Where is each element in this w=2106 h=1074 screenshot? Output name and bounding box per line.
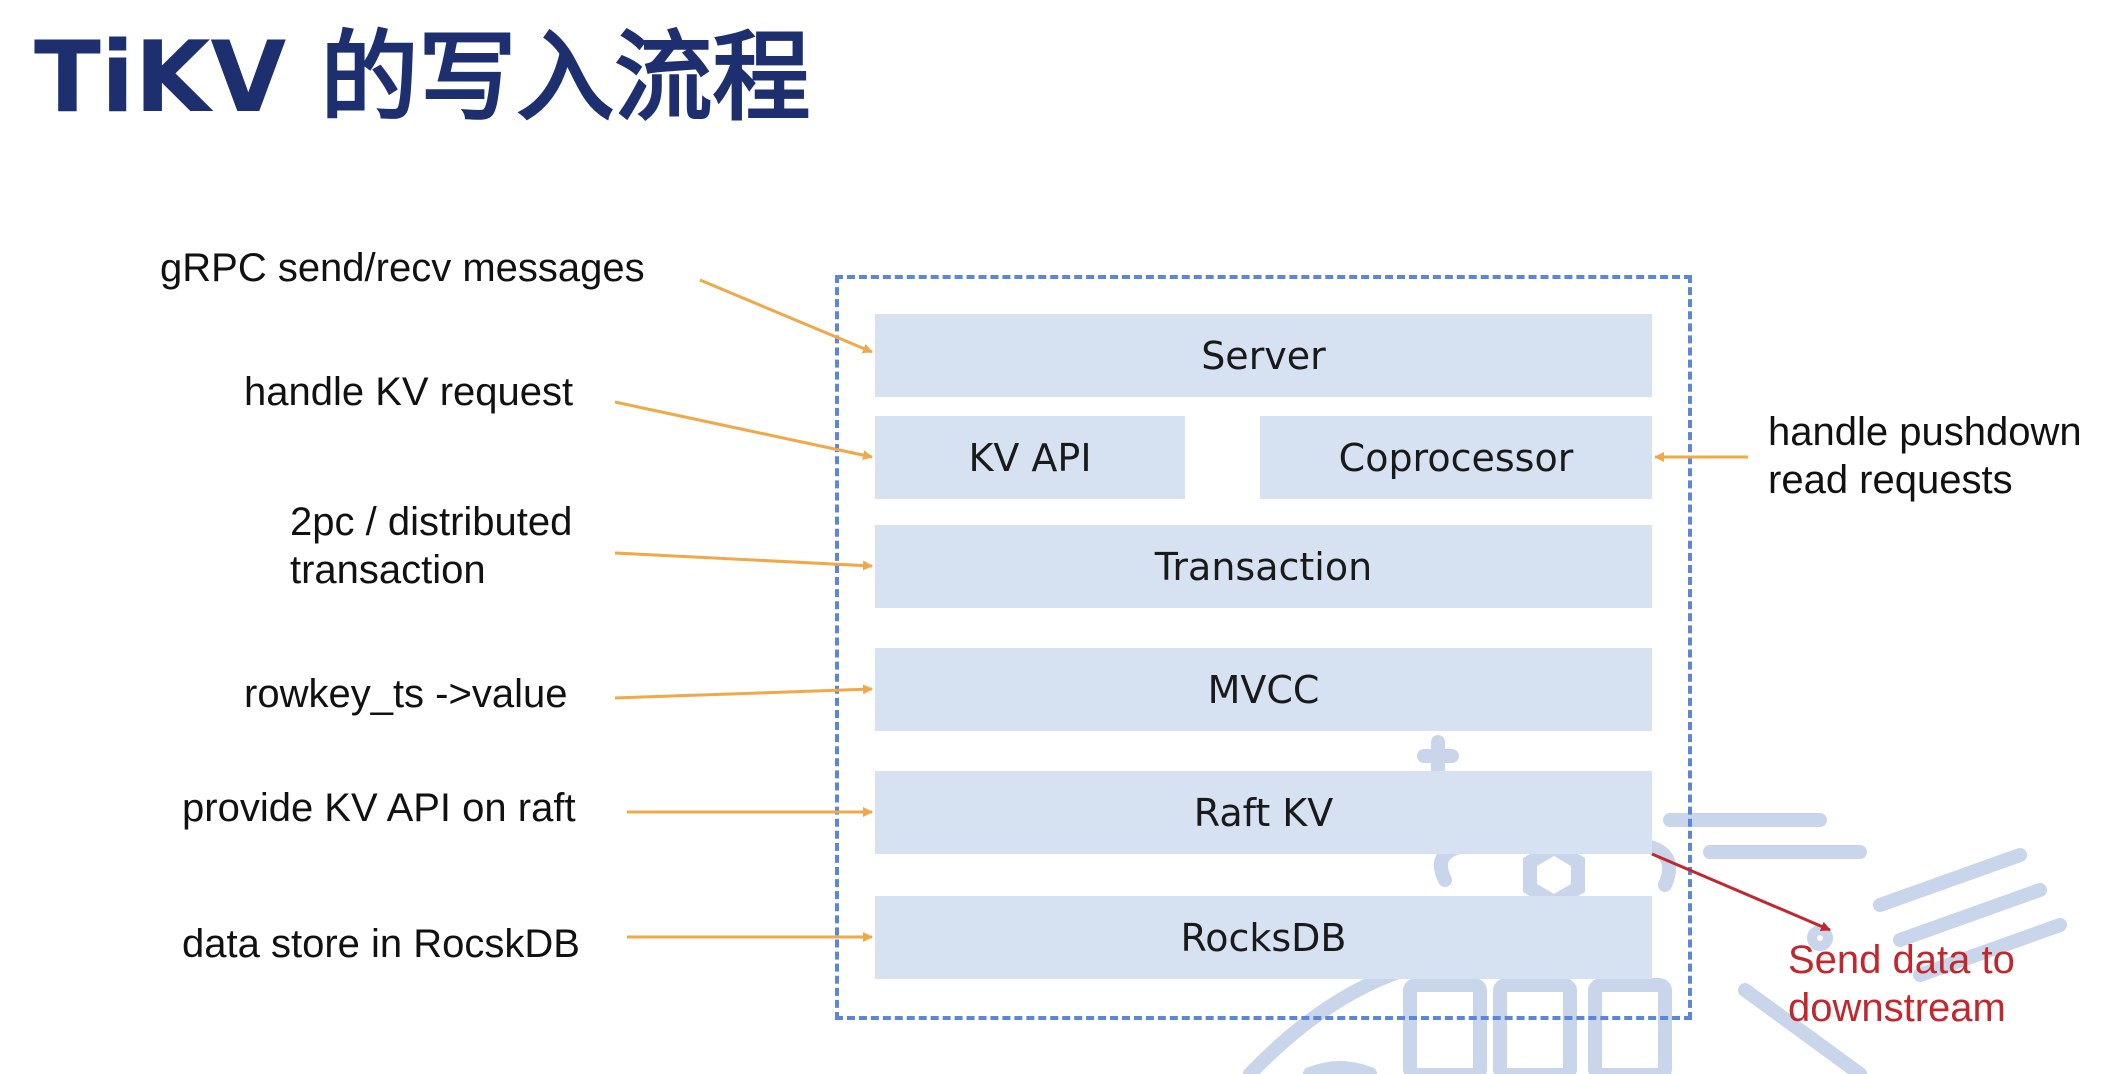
slide: TiKV 的写入流程 Server KV API Coprocessor Tra… [0,0,2106,1074]
arrow-2pc-transaction [614,551,873,571]
arrow-kv-request [614,400,873,461]
arrow-rowkey-mvcc [614,684,873,700]
connector-arrows [614,278,1831,942]
arrow-raftkv-downstream [1651,852,1831,932]
arrow-grpc-server [699,278,873,354]
